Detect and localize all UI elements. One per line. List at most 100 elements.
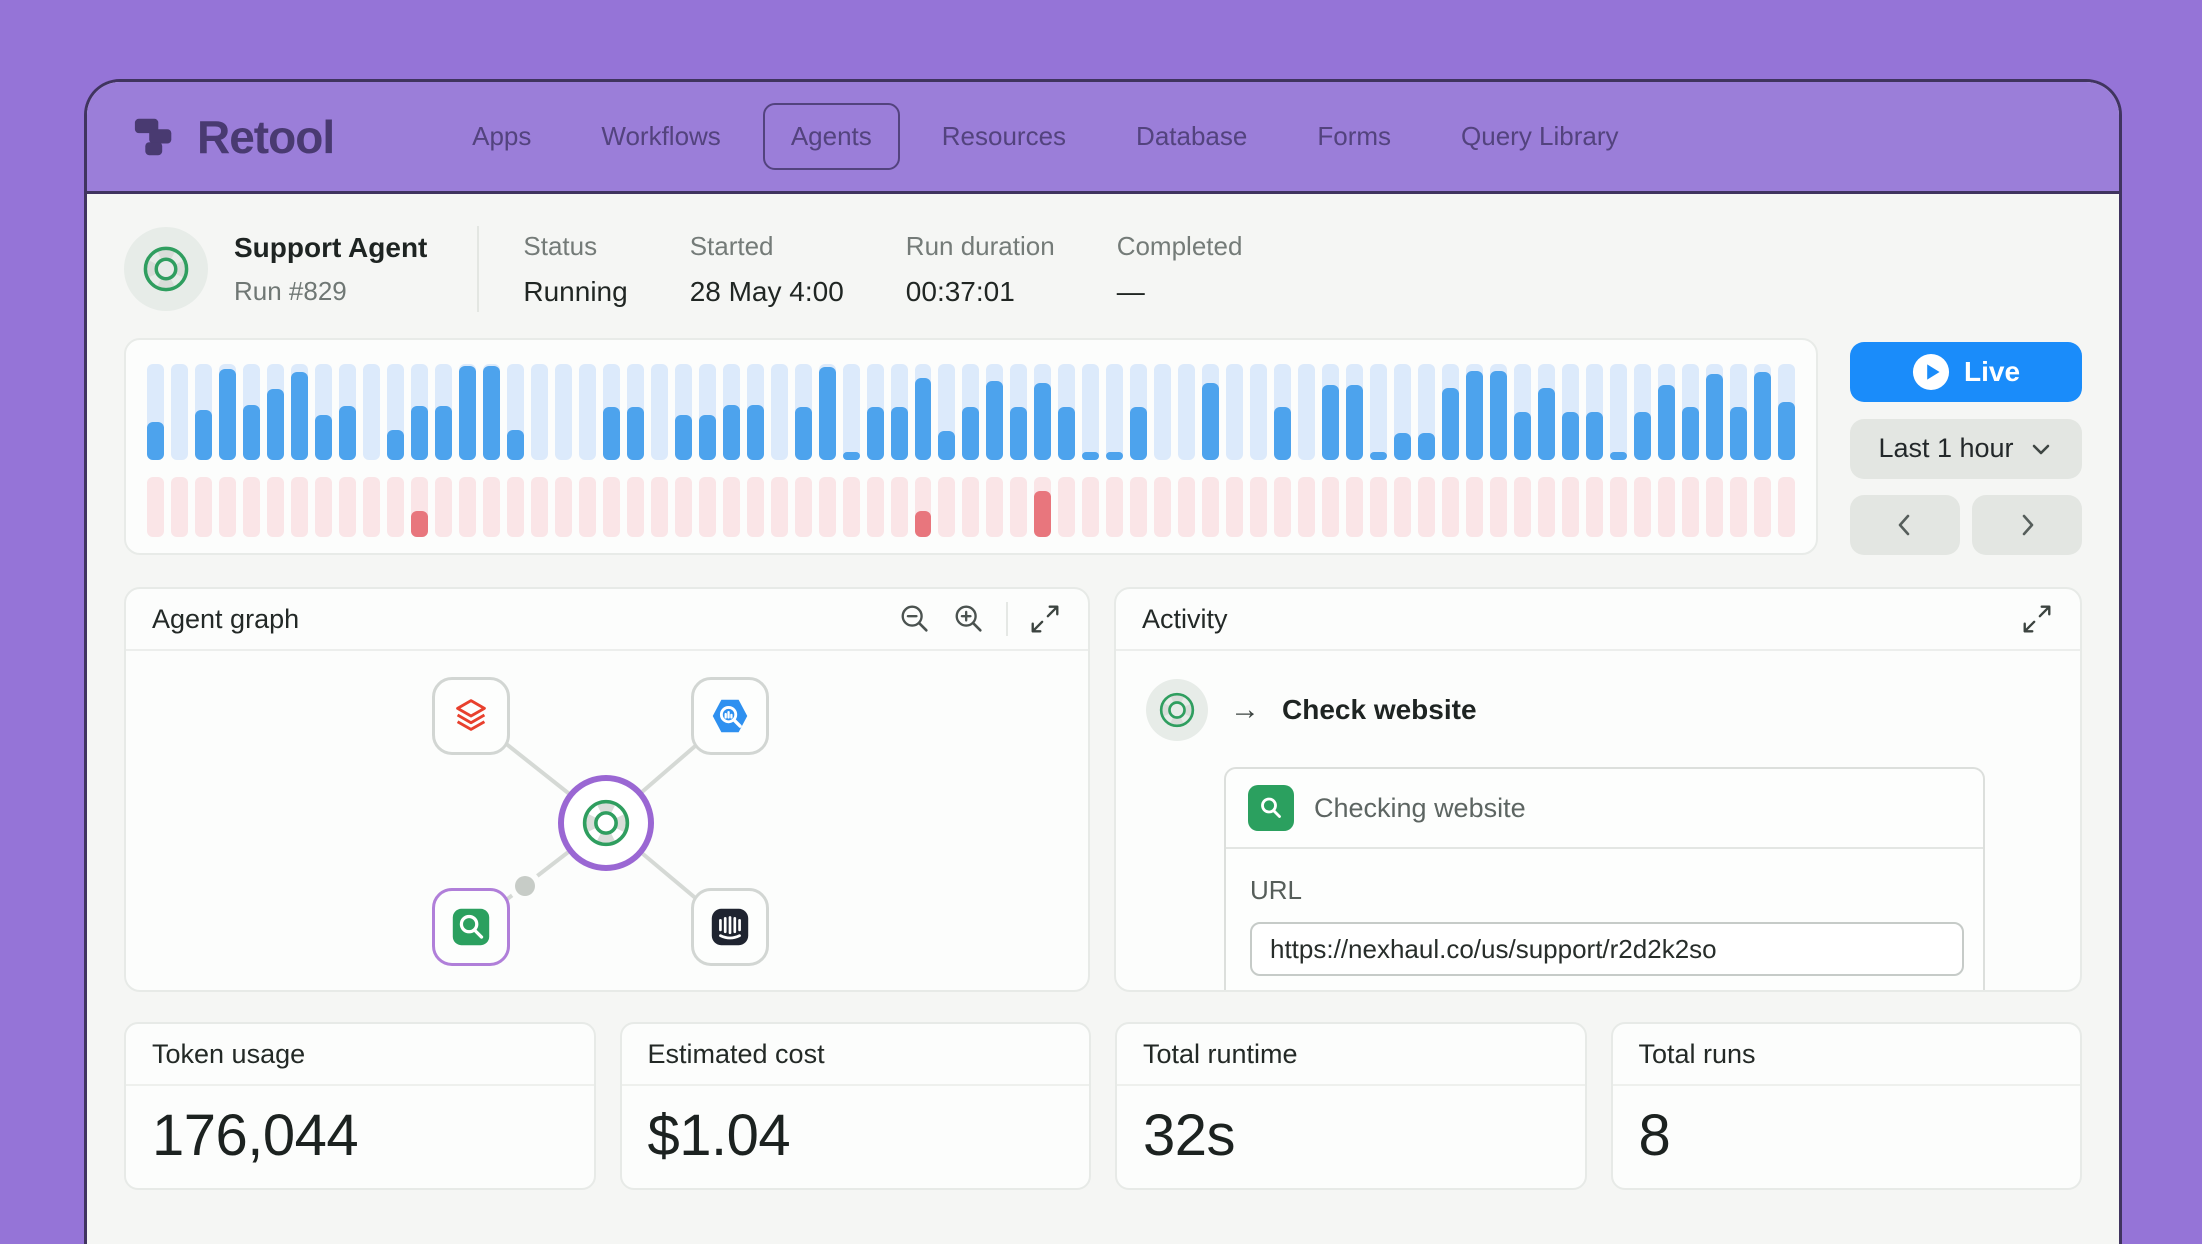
timeline-bar[interactable] [1658,364,1675,460]
timeline-bar[interactable] [627,364,644,460]
timeline-error-bar[interactable] [723,477,740,537]
timeline-bar[interactable] [1778,364,1795,460]
timeline-error-bar[interactable] [1610,477,1627,537]
timeline-bar[interactable] [1010,364,1027,460]
timeline-error-bar[interactable] [1178,477,1195,537]
timeline-error-bar[interactable] [579,477,596,537]
timeline-error-bar[interactable] [1010,477,1027,537]
timeline-bar[interactable] [1226,364,1243,460]
timeline-bar[interactable] [363,364,380,460]
timeline-bar[interactable] [1514,364,1531,460]
timeline-error-bar[interactable] [1130,477,1147,537]
timeline-error-bar[interactable] [1466,477,1483,537]
nav-item-query-library[interactable]: Query Library [1433,103,1647,170]
timeline-bar[interactable] [1490,364,1507,460]
timeline-bar[interactable] [219,364,236,460]
timeline-bar[interactable] [459,364,476,460]
timeline-bar[interactable] [1442,364,1459,460]
timeline-bar[interactable] [747,364,764,460]
timeline-error-bar[interactable] [627,477,644,537]
timeline-error-bar[interactable] [891,477,908,537]
zoom-in-button[interactable] [952,602,986,636]
timeline-bar[interactable] [555,364,572,460]
timeline-error-bar[interactable] [1658,477,1675,537]
timeline-bar[interactable] [243,364,260,460]
timeline-error-bar[interactable] [435,477,452,537]
timeline-error-bar[interactable] [1370,477,1387,537]
timeline-bar[interactable] [603,364,620,460]
timeline-bar[interactable] [1322,364,1339,460]
timeline-bar[interactable] [986,364,1003,460]
timeline-error-bar[interactable] [1682,477,1699,537]
expand-graph-button[interactable] [1028,602,1062,636]
timeline-bar[interactable] [891,364,908,460]
timeline-bar[interactable] [267,364,284,460]
nav-item-resources[interactable]: Resources [914,103,1094,170]
timeline-bar[interactable] [795,364,812,460]
timeline-bar[interactable] [771,364,788,460]
timeline-bar[interactable] [195,364,212,460]
timeline-bar[interactable] [1634,364,1651,460]
timeline-bar[interactable] [699,364,716,460]
timeline-bar[interactable] [675,364,692,460]
timeline-error-bar[interactable] [1490,477,1507,537]
timeline-error-bar[interactable] [819,477,836,537]
timeline-error-bar[interactable] [1754,477,1771,537]
nav-item-workflows[interactable]: Workflows [573,103,748,170]
timeline-bar[interactable] [1682,364,1699,460]
timeline-bar[interactable] [147,364,164,460]
timeline-error-bar[interactable] [363,477,380,537]
timeline-bar[interactable] [1562,364,1579,460]
timeline-bar[interactable] [1610,364,1627,460]
timeline-error-bar[interactable] [1154,477,1171,537]
timeline-error-bar[interactable] [1634,477,1651,537]
timeline-bar[interactable] [339,364,356,460]
timeline-bar[interactable] [411,364,428,460]
timeline-bar[interactable] [483,364,500,460]
timeline-error-bar[interactable] [1442,477,1459,537]
timeline-error-bar[interactable] [1202,477,1219,537]
timeline-error-bar[interactable] [938,477,955,537]
timeline-error-bar[interactable] [507,477,524,537]
timeline-bar[interactable] [531,364,548,460]
timeline-bar[interactable] [1250,364,1267,460]
timeline-bar[interactable] [507,364,524,460]
url-input[interactable] [1250,922,1964,976]
timeline-bar[interactable] [1106,364,1123,460]
timeline-error-bar[interactable] [1034,477,1051,537]
graph-node-support-agent[interactable] [558,775,654,871]
timeline-error-bar[interactable] [147,477,164,537]
timeline-error-bar[interactable] [1082,477,1099,537]
timeline-bar[interactable] [1178,364,1195,460]
timeline-error-bar[interactable] [1058,477,1075,537]
timeline-error-bar[interactable] [915,477,932,537]
timeline-error-bar[interactable] [1418,477,1435,537]
timeline-bar[interactable] [171,364,188,460]
activity-step[interactable]: → Check website [1146,679,2050,741]
timeline-bar[interactable] [387,364,404,460]
timeline-bar[interactable] [1154,364,1171,460]
timeline-error-bar[interactable] [1226,477,1243,537]
timeline-bar[interactable] [1130,364,1147,460]
timeline-error-bar[interactable] [339,477,356,537]
timeline-error-bar[interactable] [171,477,188,537]
timeline-bar[interactable] [291,364,308,460]
timeline-bar[interactable] [1586,364,1603,460]
timeline-error-bar[interactable] [459,477,476,537]
timeline-bar[interactable] [1346,364,1363,460]
timeline-bar[interactable] [938,364,955,460]
graph-node-bigquery[interactable] [691,677,769,755]
timeline-error-bar[interactable] [315,477,332,537]
timeline-bar[interactable] [1418,364,1435,460]
timeline-error-bar[interactable] [1346,477,1363,537]
timeline-error-bar[interactable] [675,477,692,537]
timeline-bar[interactable] [962,364,979,460]
timeline-error-bar[interactable] [387,477,404,537]
timeline-bar[interactable] [1370,364,1387,460]
timeline-bar[interactable] [1034,364,1051,460]
timeline-error-bar[interactable] [1250,477,1267,537]
timeline-error-bar[interactable] [1538,477,1555,537]
timeline-error-bar[interactable] [795,477,812,537]
timeline-bar[interactable] [1298,364,1315,460]
timeline-bar[interactable] [1706,364,1723,460]
